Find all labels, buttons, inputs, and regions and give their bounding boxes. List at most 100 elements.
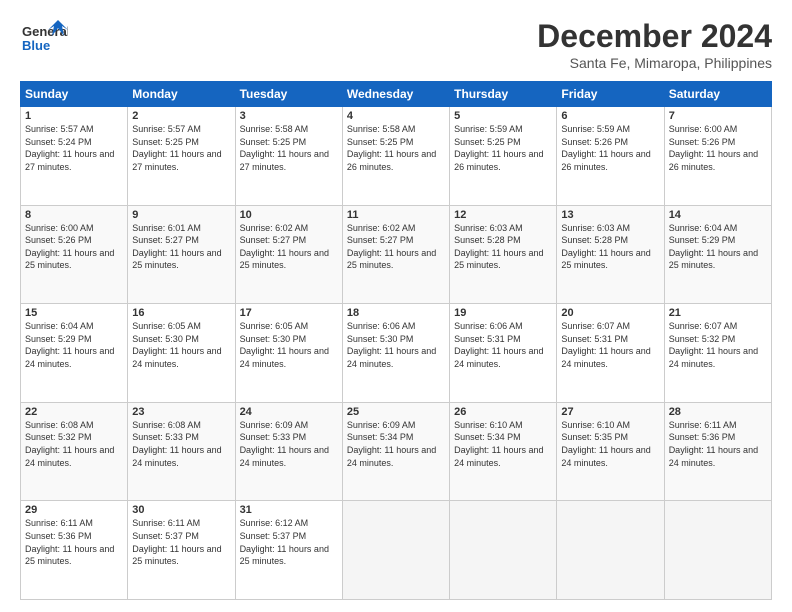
day-number: 30 [132, 504, 230, 516]
day-number: 3 [240, 110, 338, 122]
day-number: 21 [669, 307, 767, 319]
svg-text:Blue: Blue [22, 38, 50, 53]
table-row: 11Sunrise: 6:02 AMSunset: 5:27 PMDayligh… [342, 205, 449, 304]
subtitle: Santa Fe, Mimaropa, Philippines [537, 55, 772, 71]
calendar-week-row: 29Sunrise: 6:11 AMSunset: 5:36 PMDayligh… [21, 501, 772, 600]
day-info: Sunrise: 6:04 AMSunset: 5:29 PMDaylight:… [669, 222, 767, 272]
day-info: Sunrise: 6:11 AMSunset: 5:37 PMDaylight:… [132, 517, 230, 567]
day-info: Sunrise: 6:11 AMSunset: 5:36 PMDaylight:… [669, 419, 767, 469]
day-number: 24 [240, 406, 338, 418]
page: General Blue December 2024 Santa Fe, Mim… [0, 0, 792, 612]
table-row [342, 501, 449, 600]
day-number: 12 [454, 209, 552, 221]
day-number: 10 [240, 209, 338, 221]
table-row: 14Sunrise: 6:04 AMSunset: 5:29 PMDayligh… [664, 205, 771, 304]
day-info: Sunrise: 6:01 AMSunset: 5:27 PMDaylight:… [132, 222, 230, 272]
table-row: 15Sunrise: 6:04 AMSunset: 5:29 PMDayligh… [21, 304, 128, 403]
day-info: Sunrise: 6:02 AMSunset: 5:27 PMDaylight:… [240, 222, 338, 272]
calendar-week-row: 15Sunrise: 6:04 AMSunset: 5:29 PMDayligh… [21, 304, 772, 403]
day-info: Sunrise: 5:58 AMSunset: 5:25 PMDaylight:… [240, 123, 338, 173]
table-row: 20Sunrise: 6:07 AMSunset: 5:31 PMDayligh… [557, 304, 664, 403]
day-info: Sunrise: 6:00 AMSunset: 5:26 PMDaylight:… [25, 222, 123, 272]
col-saturday: Saturday [664, 82, 771, 107]
calendar-header-row: Sunday Monday Tuesday Wednesday Thursday… [21, 82, 772, 107]
day-info: Sunrise: 6:07 AMSunset: 5:31 PMDaylight:… [561, 320, 659, 370]
day-number: 8 [25, 209, 123, 221]
day-info: Sunrise: 5:58 AMSunset: 5:25 PMDaylight:… [347, 123, 445, 173]
col-tuesday: Tuesday [235, 82, 342, 107]
day-number: 18 [347, 307, 445, 319]
day-info: Sunrise: 6:08 AMSunset: 5:32 PMDaylight:… [25, 419, 123, 469]
day-number: 1 [25, 110, 123, 122]
day-info: Sunrise: 6:08 AMSunset: 5:33 PMDaylight:… [132, 419, 230, 469]
table-row: 22Sunrise: 6:08 AMSunset: 5:32 PMDayligh… [21, 402, 128, 501]
day-info: Sunrise: 6:02 AMSunset: 5:27 PMDaylight:… [347, 222, 445, 272]
title-area: December 2024 Santa Fe, Mimaropa, Philip… [537, 18, 772, 71]
table-row: 29Sunrise: 6:11 AMSunset: 5:36 PMDayligh… [21, 501, 128, 600]
day-info: Sunrise: 6:07 AMSunset: 5:32 PMDaylight:… [669, 320, 767, 370]
col-monday: Monday [128, 82, 235, 107]
day-number: 27 [561, 406, 659, 418]
table-row: 1Sunrise: 5:57 AMSunset: 5:24 PMDaylight… [21, 107, 128, 206]
table-row: 24Sunrise: 6:09 AMSunset: 5:33 PMDayligh… [235, 402, 342, 501]
table-row: 23Sunrise: 6:08 AMSunset: 5:33 PMDayligh… [128, 402, 235, 501]
table-row: 2Sunrise: 5:57 AMSunset: 5:25 PMDaylight… [128, 107, 235, 206]
table-row [664, 501, 771, 600]
table-row: 18Sunrise: 6:06 AMSunset: 5:30 PMDayligh… [342, 304, 449, 403]
day-number: 26 [454, 406, 552, 418]
day-number: 7 [669, 110, 767, 122]
day-number: 25 [347, 406, 445, 418]
table-row [450, 501, 557, 600]
table-row: 3Sunrise: 5:58 AMSunset: 5:25 PMDaylight… [235, 107, 342, 206]
header: General Blue December 2024 Santa Fe, Mim… [20, 18, 772, 71]
day-number: 23 [132, 406, 230, 418]
table-row: 17Sunrise: 6:05 AMSunset: 5:30 PMDayligh… [235, 304, 342, 403]
day-number: 4 [347, 110, 445, 122]
table-row [557, 501, 664, 600]
table-row: 31Sunrise: 6:12 AMSunset: 5:37 PMDayligh… [235, 501, 342, 600]
day-number: 31 [240, 504, 338, 516]
col-friday: Friday [557, 82, 664, 107]
table-row: 16Sunrise: 6:05 AMSunset: 5:30 PMDayligh… [128, 304, 235, 403]
day-info: Sunrise: 6:06 AMSunset: 5:30 PMDaylight:… [347, 320, 445, 370]
table-row: 25Sunrise: 6:09 AMSunset: 5:34 PMDayligh… [342, 402, 449, 501]
table-row: 5Sunrise: 5:59 AMSunset: 5:25 PMDaylight… [450, 107, 557, 206]
day-info: Sunrise: 6:10 AMSunset: 5:35 PMDaylight:… [561, 419, 659, 469]
table-row: 12Sunrise: 6:03 AMSunset: 5:28 PMDayligh… [450, 205, 557, 304]
day-number: 19 [454, 307, 552, 319]
table-row: 19Sunrise: 6:06 AMSunset: 5:31 PMDayligh… [450, 304, 557, 403]
calendar-week-row: 1Sunrise: 5:57 AMSunset: 5:24 PMDaylight… [21, 107, 772, 206]
day-number: 2 [132, 110, 230, 122]
table-row: 21Sunrise: 6:07 AMSunset: 5:32 PMDayligh… [664, 304, 771, 403]
day-info: Sunrise: 6:10 AMSunset: 5:34 PMDaylight:… [454, 419, 552, 469]
day-info: Sunrise: 6:03 AMSunset: 5:28 PMDaylight:… [454, 222, 552, 272]
table-row: 28Sunrise: 6:11 AMSunset: 5:36 PMDayligh… [664, 402, 771, 501]
day-number: 6 [561, 110, 659, 122]
table-row: 27Sunrise: 6:10 AMSunset: 5:35 PMDayligh… [557, 402, 664, 501]
calendar: Sunday Monday Tuesday Wednesday Thursday… [20, 81, 772, 600]
table-row: 9Sunrise: 6:01 AMSunset: 5:27 PMDaylight… [128, 205, 235, 304]
day-info: Sunrise: 6:05 AMSunset: 5:30 PMDaylight:… [240, 320, 338, 370]
table-row: 13Sunrise: 6:03 AMSunset: 5:28 PMDayligh… [557, 205, 664, 304]
day-number: 15 [25, 307, 123, 319]
day-number: 13 [561, 209, 659, 221]
logo: General Blue [20, 18, 68, 65]
table-row: 6Sunrise: 5:59 AMSunset: 5:26 PMDaylight… [557, 107, 664, 206]
day-info: Sunrise: 5:59 AMSunset: 5:26 PMDaylight:… [561, 123, 659, 173]
col-thursday: Thursday [450, 82, 557, 107]
day-info: Sunrise: 5:57 AMSunset: 5:25 PMDaylight:… [132, 123, 230, 173]
day-info: Sunrise: 6:11 AMSunset: 5:36 PMDaylight:… [25, 517, 123, 567]
day-number: 16 [132, 307, 230, 319]
day-info: Sunrise: 5:59 AMSunset: 5:25 PMDaylight:… [454, 123, 552, 173]
day-info: Sunrise: 5:57 AMSunset: 5:24 PMDaylight:… [25, 123, 123, 173]
day-number: 11 [347, 209, 445, 221]
table-row: 10Sunrise: 6:02 AMSunset: 5:27 PMDayligh… [235, 205, 342, 304]
day-info: Sunrise: 6:05 AMSunset: 5:30 PMDaylight:… [132, 320, 230, 370]
day-number: 28 [669, 406, 767, 418]
day-number: 9 [132, 209, 230, 221]
day-info: Sunrise: 6:09 AMSunset: 5:34 PMDaylight:… [347, 419, 445, 469]
day-info: Sunrise: 6:12 AMSunset: 5:37 PMDaylight:… [240, 517, 338, 567]
day-info: Sunrise: 6:03 AMSunset: 5:28 PMDaylight:… [561, 222, 659, 272]
calendar-week-row: 8Sunrise: 6:00 AMSunset: 5:26 PMDaylight… [21, 205, 772, 304]
day-number: 20 [561, 307, 659, 319]
